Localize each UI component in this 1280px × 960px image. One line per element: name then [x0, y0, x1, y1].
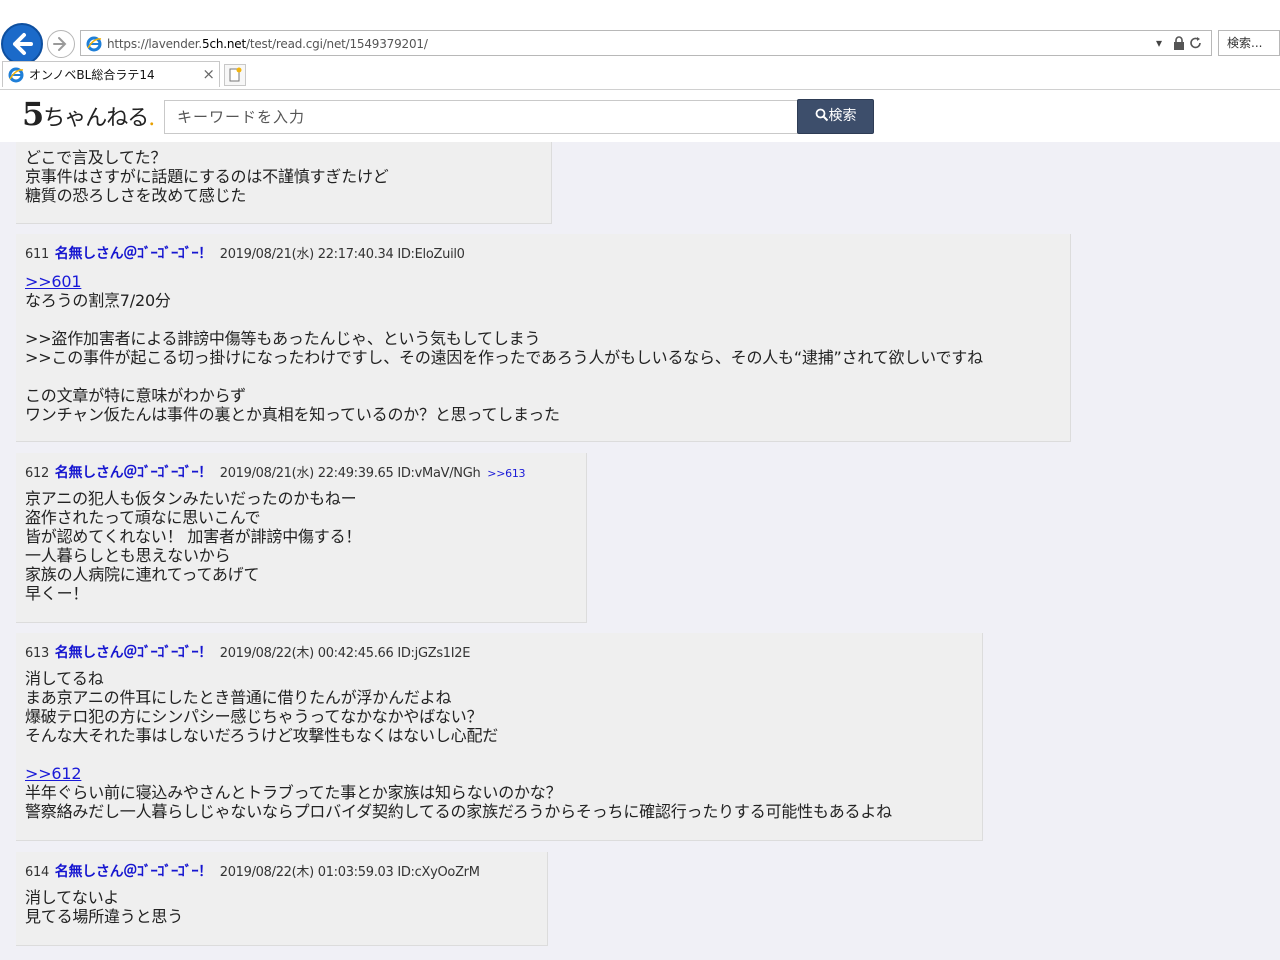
poster-name: 名無しさん＠ｺﾞｰｺﾞｰｺﾞｰ！: [54, 645, 212, 661]
post-text: 半年ぐらい前に寝込みやさんとトラブってた事とか家族は知らないのかな？ 警察絡みだ…: [25, 783, 892, 821]
new-tab-icon: [229, 67, 242, 82]
post-number[interactable]: 612: [25, 466, 49, 481]
search-icon: [815, 108, 828, 122]
site-logo[interactable]: 5ちゃんねる.: [22, 96, 155, 137]
post-body: 消してないよ 見てる場所違うと思う: [25, 888, 184, 926]
post-header: 611 名無しさん＠ｺﾞｰｺﾞｰｺﾞｰ！ 2019/08/21(水) 22:17…: [25, 243, 465, 263]
dropdown-icon[interactable]: ▾: [1156, 35, 1162, 51]
keyword-search-input[interactable]: キーワードを入力: [164, 100, 798, 134]
post-body: >>601 なろうの割烹7/20分 >>盗作加害者による誹謗中傷等もあったんじゃ…: [25, 272, 983, 424]
site-header: 5ちゃんねる. キーワードを入力 検索: [0, 90, 1280, 142]
post-number[interactable]: 613: [25, 646, 49, 661]
tab-strip: オンノベBL総合ラテ14 ×: [0, 60, 1280, 89]
tab-active[interactable]: オンノベBL総合ラテ14 ×: [2, 61, 220, 87]
post-header: 613 名無しさん＠ｺﾞｰｺﾞｰｺﾞｰ！ 2019/08/22(木) 00:42…: [25, 642, 471, 662]
search-button-label: 検索: [828, 108, 857, 124]
post: 613 名無しさん＠ｺﾞｰｺﾞｰｺﾞｰ！ 2019/08/22(木) 00:42…: [16, 633, 983, 841]
post-meta: 2019/08/21(水) 22:17:40.34 ID:EloZuil0: [219, 247, 465, 262]
search-button[interactable]: 検索: [797, 99, 874, 134]
post-body: 消してるね まあ京アニの件耳にしたとき普通に借りたんが浮かんだよね 爆破テロ犯の…: [25, 669, 892, 821]
post-body: 京アニの犯人も仮タンみたいだったのかもねー 盗作されたって頑なに思いこんで 皆が…: [25, 489, 362, 603]
browser-search-box[interactable]: 検索...: [1218, 30, 1280, 56]
arrow-left-icon: [13, 33, 33, 55]
back-button[interactable]: [1, 23, 43, 65]
post-fragment: どこで言及してた？ 京事件はさすがに話題にするのは不謹慎すぎたけど 糖質の恐ろし…: [16, 142, 552, 224]
reply-ref-link[interactable]: >>613: [487, 467, 525, 480]
post: 611 名無しさん＠ｺﾞｰｺﾞｰｺﾞｰ！ 2019/08/21(水) 22:17…: [16, 234, 1071, 442]
poster-name: 名無しさん＠ｺﾞｰｺﾞｰｺﾞｰ！: [54, 465, 212, 481]
poster-name: 名無しさん＠ｺﾞｰｺﾞｰｺﾞｰ！: [54, 246, 212, 262]
ie-icon: [86, 36, 102, 52]
reply-anchor-link[interactable]: >>612: [25, 764, 82, 783]
ie-icon: [8, 67, 24, 83]
post-number[interactable]: 614: [25, 865, 49, 880]
post-header: 614 名無しさん＠ｺﾞｰｺﾞｰｺﾞｰ！ 2019/08/22(木) 01:03…: [25, 861, 480, 881]
post-body: どこで言及してた？ 京事件はさすがに話題にするのは不謹慎すぎたけど 糖質の恐ろし…: [25, 148, 389, 205]
refresh-icon[interactable]: [1189, 36, 1203, 50]
browser-chrome: https://lavender.5ch.net/test/read.cgi/n…: [0, 0, 1280, 90]
address-bar[interactable]: https://lavender.5ch.net/test/read.cgi/n…: [80, 30, 1212, 56]
post-number[interactable]: 611: [25, 247, 49, 262]
post-meta: 2019/08/21(水) 22:49:39.65 ID:vMaV/NGh: [219, 466, 481, 481]
lock-icon[interactable]: [1173, 36, 1185, 50]
post-header: 612 名無しさん＠ｺﾞｰｺﾞｰｺﾞｰ！ 2019/08/21(水) 22:49…: [25, 462, 526, 482]
forward-button[interactable]: [47, 30, 75, 58]
post-meta: 2019/08/22(木) 00:42:45.66 ID:jGZs1I2E: [219, 646, 471, 661]
poster-name: 名無しさん＠ｺﾞｰｺﾞｰｺﾞｰ！: [54, 864, 212, 880]
new-tab-button[interactable]: [224, 64, 246, 86]
post-text: なろうの割烹7/20分 >>盗作加害者による誹謗中傷等もあったんじゃ、という気も…: [25, 291, 983, 424]
arrow-right-icon: [53, 37, 67, 51]
tab-title: オンノベBL総合ラテ14: [29, 68, 155, 82]
post-text: 消してるね まあ京アニの件耳にしたとき普通に借りたんが浮かんだよね 爆破テロ犯の…: [25, 669, 499, 745]
url-text: https://lavender.5ch.net/test/read.cgi/n…: [107, 37, 428, 51]
post: 612 名無しさん＠ｺﾞｰｺﾞｰｺﾞｰ！ 2019/08/21(水) 22:49…: [16, 453, 587, 623]
post-meta: 2019/08/22(木) 01:03:59.03 ID:cXyOoZrM: [219, 865, 480, 880]
reply-anchor-link[interactable]: >>601: [25, 272, 82, 291]
tab-close-button[interactable]: ×: [202, 62, 215, 86]
post: 614 名無しさん＠ｺﾞｰｺﾞｰｺﾞｰ！ 2019/08/22(木) 01:03…: [16, 852, 548, 946]
